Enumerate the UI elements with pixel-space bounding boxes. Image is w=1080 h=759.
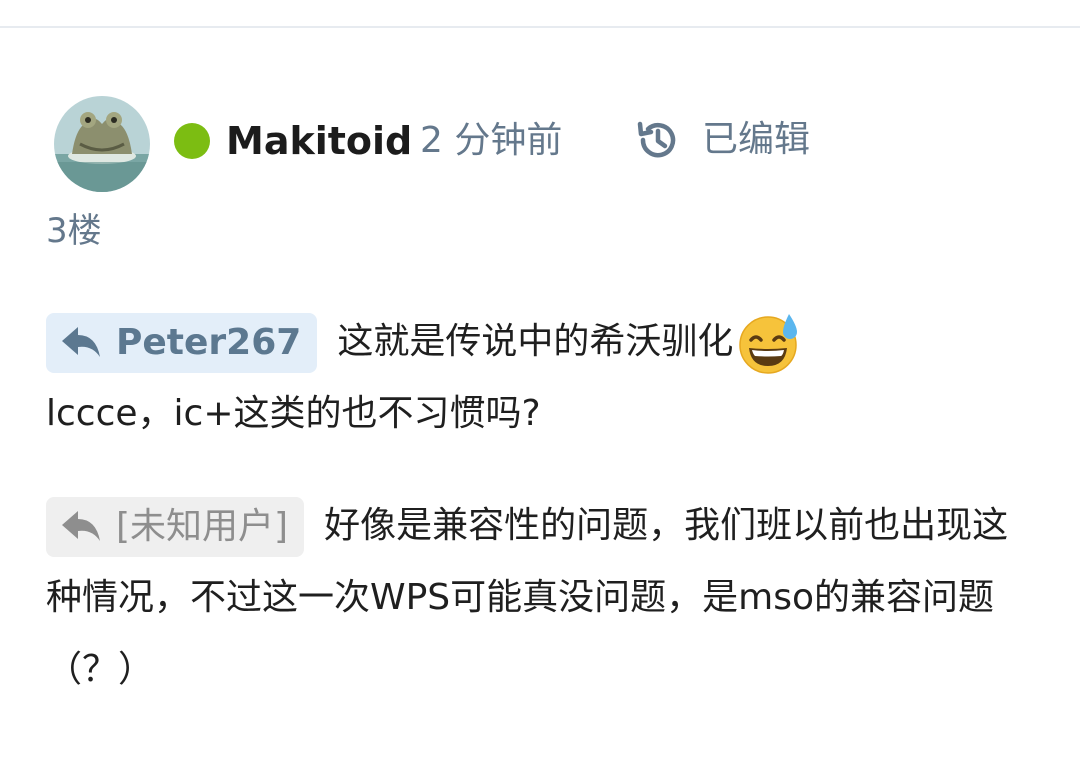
floor-number: 3楼	[46, 211, 102, 251]
online-status-dot	[174, 123, 210, 159]
reply-to-chip[interactable]: [未知用户]	[46, 497, 305, 557]
reply-arrow-icon	[62, 511, 100, 541]
reply-to-username: Peter267	[116, 322, 302, 363]
reply-to-username: [未知用户]	[116, 506, 289, 547]
history-icon	[637, 121, 676, 158]
reply-paragraph: Peter267 这就是传说中的希沃驯化 lccce，ic+这类的也不习惯吗?	[46, 306, 1036, 450]
avatar[interactable]	[54, 96, 150, 192]
post-timestamp[interactable]: 2 分钟前	[420, 117, 562, 165]
reply-text: lccce，ic+这类的也不习惯吗?	[46, 393, 541, 434]
avatar-image	[54, 96, 150, 192]
post-item: Makitoid 2 分钟前 已编辑 3楼 Peter267 这就是传说中的希沃…	[0, 0, 1080, 759]
edited-label: 已编辑	[702, 119, 811, 160]
edited-indicator[interactable]: 已编辑	[634, 112, 810, 168]
grinning-sweat-emoji	[739, 314, 798, 374]
reply-arrow-icon	[62, 327, 100, 357]
reply-text: 这就是传说中的希沃驯化	[337, 321, 734, 362]
reply-paragraph: [未知用户] 好像是兼容性的问题，我们班以前也出现这种情况，不过这一次WPS可能…	[46, 490, 1036, 706]
reply-to-chip[interactable]: Peter267	[46, 313, 318, 373]
username[interactable]: Makitoid	[226, 117, 412, 165]
